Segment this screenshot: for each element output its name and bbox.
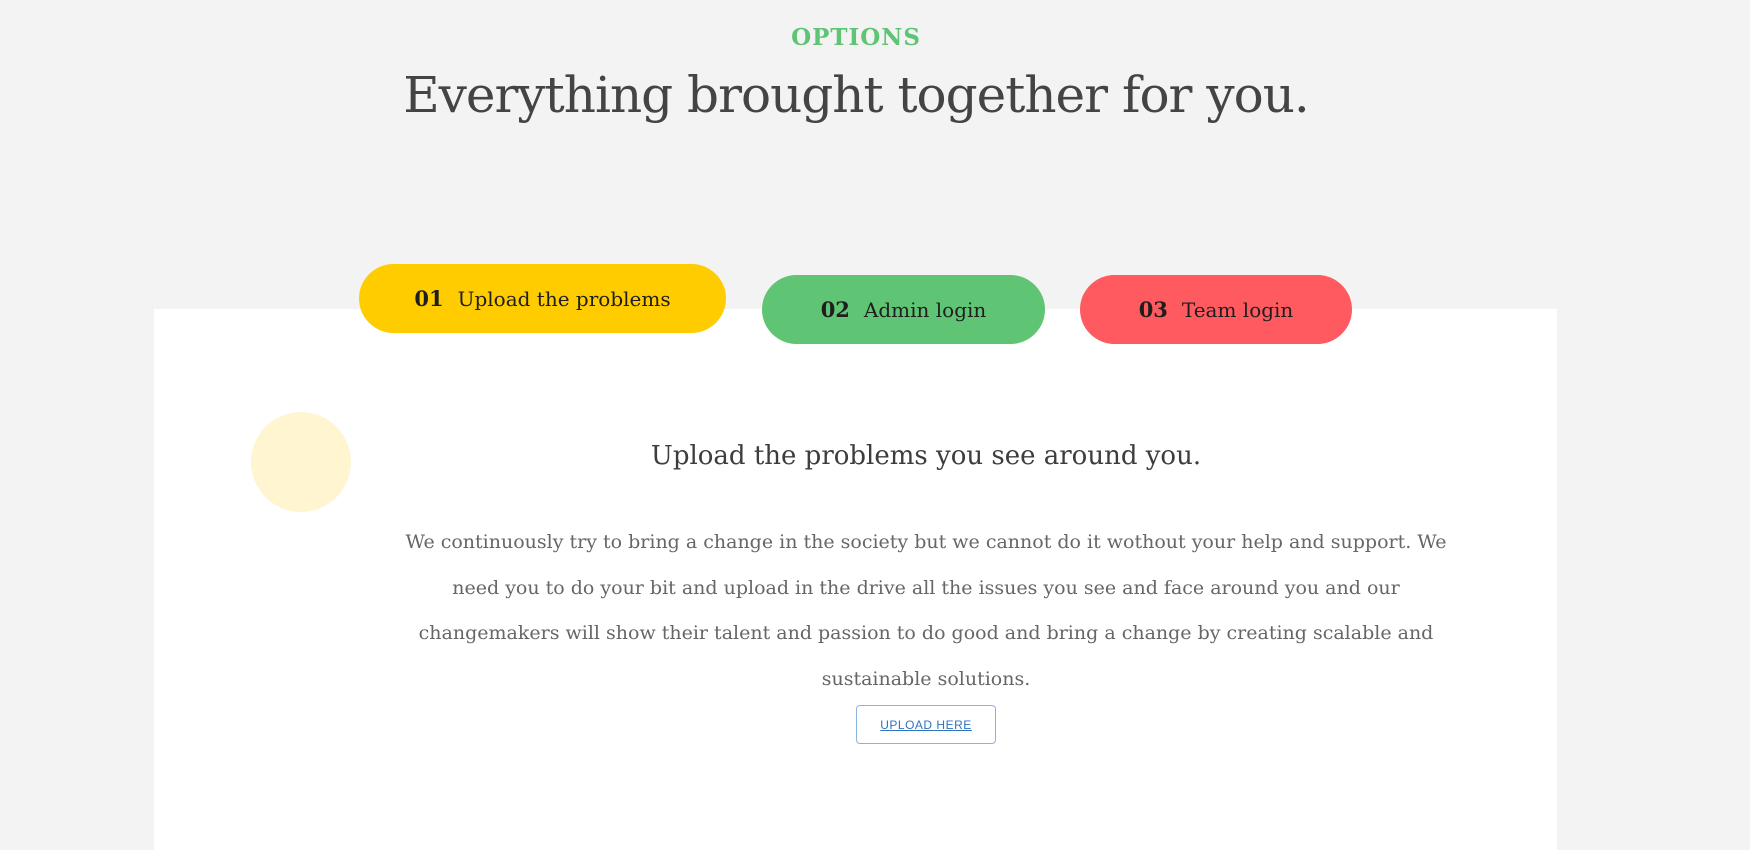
tab-upload-problems[interactable]: 01 Upload the problems [359,264,726,333]
content-title: Upload the problems you see around you. [650,441,1202,471]
section-headline: Everything brought together for you. [403,66,1310,124]
tab-label: Team login [1181,297,1294,322]
upload-here-button[interactable]: UPLOAD HERE [856,705,996,744]
tab-label: Admin login [863,297,987,322]
tab-number: 03 [1138,297,1168,322]
content-description: We continuously try to bring a change in… [405,531,1447,690]
options-section: OPTIONS Everything brought together for … [0,0,1750,850]
tab-label: Upload the problems [457,286,671,311]
section-eyebrow: OPTIONS [791,24,921,51]
tab-admin-login[interactable]: 02 Admin login [762,275,1045,344]
tab-team-login[interactable]: 03 Team login [1080,275,1352,344]
decorative-circle [251,412,351,512]
tab-number: 01 [414,286,444,311]
tab-number: 02 [820,297,850,322]
